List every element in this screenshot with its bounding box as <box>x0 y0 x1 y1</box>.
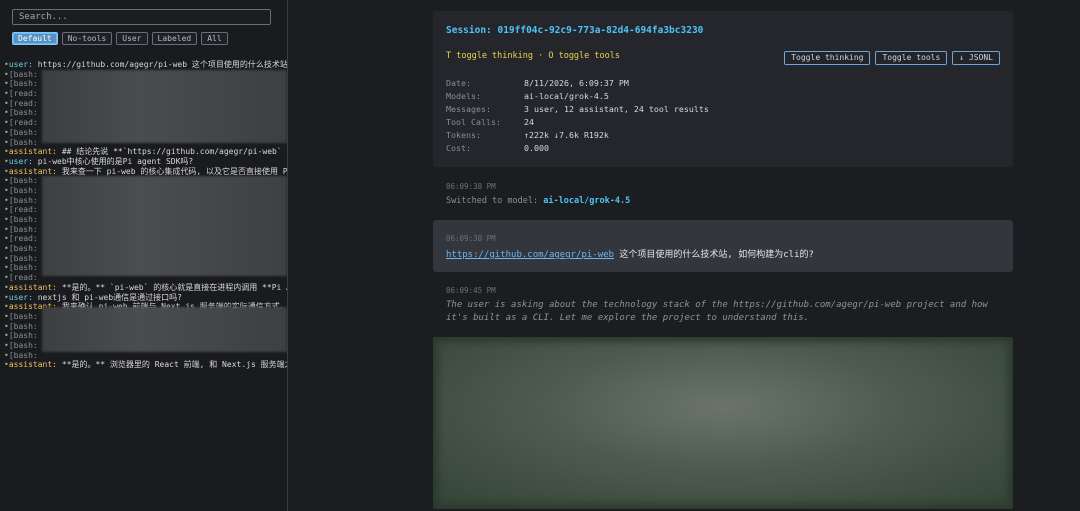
sidebar: Default No-tools User Labeled All •user:… <box>0 0 288 511</box>
tree-row-role: assistant: <box>8 166 57 176</box>
session-header: Session: 019ff04c-92c9-773a-82d4-694fa3b… <box>433 11 1013 167</box>
repo-link[interactable]: https://github.com/agegr/pi-web <box>446 250 614 260</box>
timestamp: 06:09:45 PM <box>446 286 496 295</box>
tree-row-role: [bash: <box>8 331 38 341</box>
tree-row-role: [bash: <box>8 263 38 273</box>
session-view: Session: 019ff04c-92c9-773a-82d4-694fa3b… <box>288 0 1080 511</box>
redacted-block <box>42 307 287 352</box>
redacted-tool-output <box>433 337 1013 509</box>
meta-value: ai-local/grok-4.5 <box>524 91 609 101</box>
tree-row-role: [bash: <box>8 321 38 331</box>
tree-row-assistant[interactable]: •assistant: 我来查一下 pi-web 的核心集成代码, 以及它是否直… <box>4 167 287 177</box>
filter-labeled-button[interactable]: Labeled <box>151 32 198 45</box>
toggle-thinking-button[interactable]: Toggle thinking <box>784 51 871 65</box>
tree-row-text: 我来查一下 pi-web 的核心集成代码, 以及它是否直接使用 Pi <box>57 166 287 176</box>
tree-row-text: https://github.com/agegr/pi-web 这个项目使用的什… <box>32 60 287 69</box>
filter-all-button[interactable]: All <box>201 32 228 45</box>
tree-row-user[interactable]: •user: nextjs 和 pi-web通信是通过接口吗? <box>4 293 287 303</box>
tree-row-role: [read: <box>8 273 38 283</box>
tree-row-text: ## 结论先说 **`https://github.com/agegr/pi-w… <box>57 147 287 157</box>
meta-key: Models: <box>446 91 481 101</box>
tree-row-role: assistant: <box>8 360 57 370</box>
tree-row-role: [bash: <box>8 350 38 360</box>
tree-row-role: [bash: <box>8 79 38 89</box>
tree-row-assistant[interactable]: •assistant: **是的。** 浏览器里的 React 前端, 和 Ne… <box>4 360 287 370</box>
filter-no-tools-button[interactable]: No-tools <box>61 32 113 45</box>
tree-row-role: [read: <box>8 98 38 108</box>
tree-row-role: [bash: <box>8 185 38 195</box>
tree-row-role: [bash: <box>8 224 38 234</box>
tree-row-role: [bash: <box>8 253 38 263</box>
filter-default-button[interactable]: Default <box>12 32 58 45</box>
thinking-block: 06:09:45 PM The user is asking about the… <box>446 286 1006 325</box>
tree-row-role: [read: <box>8 234 38 244</box>
tree-row-role: [bash: <box>8 215 38 224</box>
tree-row-role: [bash: <box>8 195 38 205</box>
model-name: ai-local/grok-4.5 <box>543 196 631 206</box>
timestamp: 06:09:38 PM <box>446 234 496 243</box>
meta-value: 0.000 <box>524 143 549 153</box>
meta-key: Messages: <box>446 104 491 114</box>
toggle-tools-button[interactable]: Toggle tools <box>875 51 948 65</box>
tree-row-assistant[interactable]: •assistant: **是的。** `pi-web` 的核心就是直接在进程内… <box>4 283 287 293</box>
meta-value: ↑222k ↓7.6k R192k <box>524 130 609 140</box>
tree-row-text: nextjs 和 pi-web通信是通过接口吗? <box>32 292 182 302</box>
tree-row-role: assistant: <box>8 282 57 292</box>
meta-key: Tool Calls: <box>446 117 501 127</box>
user-message-text: 这个项目使用的什么技术站, 如何构建为cli的? <box>613 250 814 260</box>
meta-value: 8/11/2026, 6:09:37 PM <box>524 78 629 88</box>
meta-key: Tokens: <box>446 130 481 140</box>
tree-row-role: [bash: <box>8 176 38 186</box>
tree-row-text: **是的。** `pi-web` 的核心就是直接在进程内调用 **Pi A <box>57 282 287 292</box>
tree-row-text: **是的。** 浏览器里的 React 前端, 和 Next.js 服务端之 <box>57 360 287 370</box>
tree-row-role: [bash: <box>8 127 38 137</box>
tree-row-role: assistant: <box>8 147 57 157</box>
tree-row-user[interactable]: •user: https://github.com/agegr/pi-web 这… <box>4 60 287 70</box>
tree-row-role: [read: <box>8 89 38 99</box>
meta-value: 24 <box>524 117 534 127</box>
redacted-block <box>42 70 287 143</box>
tree-row-role: [bash: <box>8 69 38 79</box>
meta-key: Cost: <box>446 143 471 153</box>
tree-row-role: [bash: <box>8 108 38 118</box>
model-switch-label: Switched to model: <box>446 196 544 206</box>
download-jsonl-button[interactable]: ↓ JSONL <box>952 51 1000 65</box>
search-input[interactable] <box>12 9 271 25</box>
tree-row-role: [read: <box>8 118 38 128</box>
tree-row-role: [bash: <box>8 244 38 254</box>
model-switch-event: 06:09:38 PM Switched to model: ai-local/… <box>446 182 630 206</box>
meta-value: 3 user, 12 assistant, 24 tool results <box>524 104 709 114</box>
timestamp: 06:09:38 PM <box>446 182 496 191</box>
tree-row-user[interactable]: •user: pi-web中核心使用的是Pi agent SDK吗? <box>4 157 287 167</box>
user-message: 06:09:38 PM https://github.com/agegr/pi-… <box>433 220 1013 272</box>
filter-bar: Default No-tools User Labeled All <box>12 32 228 45</box>
tree-row-role: [read: <box>8 205 38 215</box>
thinking-text: The user is asking about the technology … <box>446 300 988 323</box>
tree-row-role: [bash: <box>8 340 38 350</box>
tree-row-role: user: <box>8 292 33 302</box>
session-meta: Date: 8/11/2026, 6:09:37 PM Models: ai-loc… <box>446 77 709 155</box>
filter-user-button[interactable]: User <box>116 32 148 45</box>
header-buttons: Toggle thinking Toggle tools ↓ JSONL <box>784 51 1000 65</box>
tree-row-tool[interactable]: •[bash: <box>4 351 287 361</box>
redacted-block <box>42 176 287 276</box>
meta-key: Date: <box>446 78 471 88</box>
tree-row-assistant[interactable]: •assistant: ## 结论先说 **`https://github.co… <box>4 147 287 157</box>
tree-row-text: pi-web中核心使用的是Pi agent SDK吗? <box>32 156 194 166</box>
tree-row-role: user: <box>8 156 33 166</box>
keyboard-hint: T toggle thinking · O toggle tools <box>446 51 620 61</box>
tree-row-role: user: <box>8 60 33 69</box>
tree-row-role: [bash: <box>8 311 38 321</box>
tree-row-role: [bash: <box>8 137 38 147</box>
session-id: Session: 019ff04c-92c9-773a-82d4-694fa3b… <box>446 25 704 36</box>
